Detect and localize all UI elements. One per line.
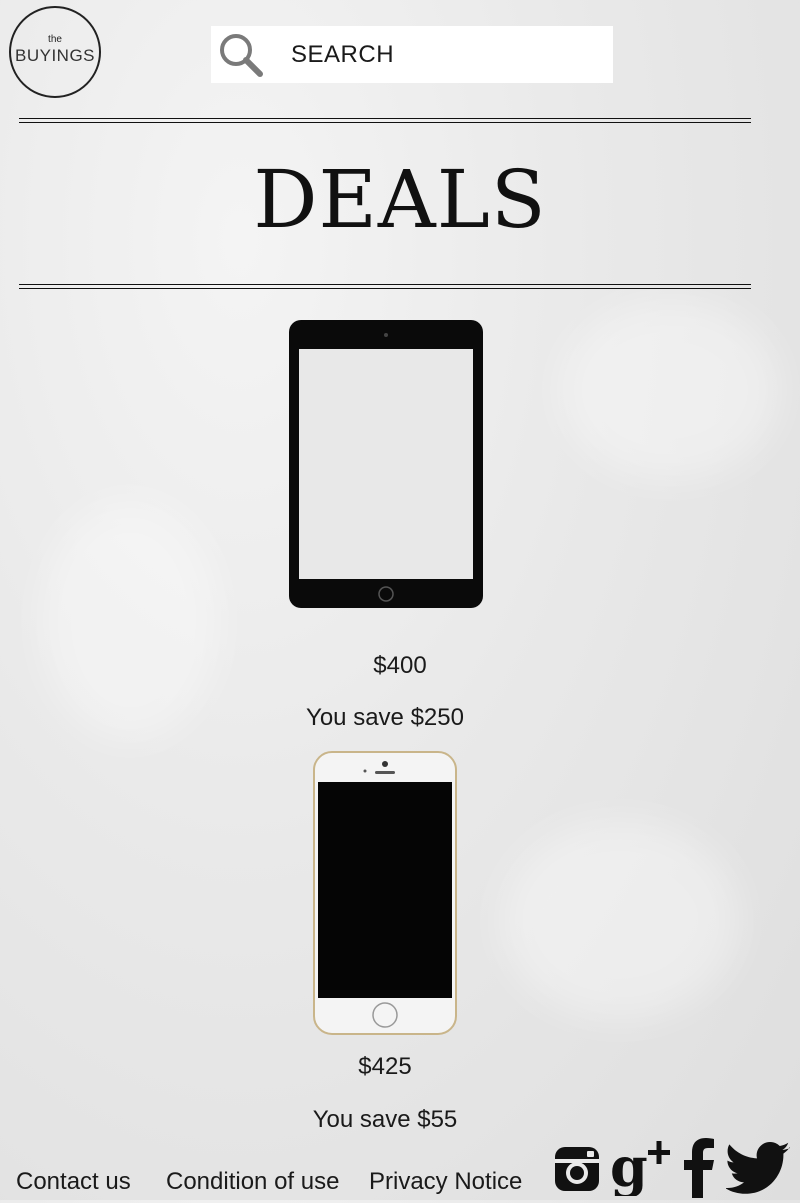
search-icon[interactable]	[211, 26, 271, 83]
search-label: SEARCH	[291, 40, 395, 68]
brand-logo[interactable]: the BUYINGS	[9, 6, 101, 98]
footer-link-contact[interactable]: Contact us	[16, 1168, 131, 1196]
footer-link-privacy[interactable]: Privacy Notice	[369, 1168, 522, 1196]
deal-phone-price: $425	[358, 1053, 412, 1080]
twitter-icon[interactable]	[724, 1142, 792, 1201]
facebook-icon[interactable]	[682, 1138, 718, 1203]
deal-tablet-image[interactable]	[288, 319, 484, 614]
logo-small-text: the	[48, 34, 62, 45]
svg-text:g: g	[610, 1138, 648, 1196]
deal-phone-image[interactable]	[313, 751, 457, 1040]
instagram-icon[interactable]	[553, 1145, 601, 1198]
search-bar[interactable]: SEARCH	[211, 26, 613, 83]
deal-phone-savings: You save $55	[312, 1106, 458, 1133]
footer-link-conditions[interactable]: Condition of use	[166, 1168, 339, 1196]
google-plus-icon[interactable]: g	[610, 1135, 674, 1201]
divider-top	[19, 118, 751, 123]
page-title: DEALS	[253, 153, 547, 246]
logo-brand-text: BUYINGS	[14, 46, 96, 65]
deal-tablet-savings: You save $250	[306, 704, 464, 731]
background-texture	[560, 300, 780, 480]
divider-bottom	[19, 284, 751, 289]
background-texture	[40, 500, 220, 740]
deal-tablet-price: $400	[373, 652, 427, 679]
background-texture	[500, 820, 740, 1020]
